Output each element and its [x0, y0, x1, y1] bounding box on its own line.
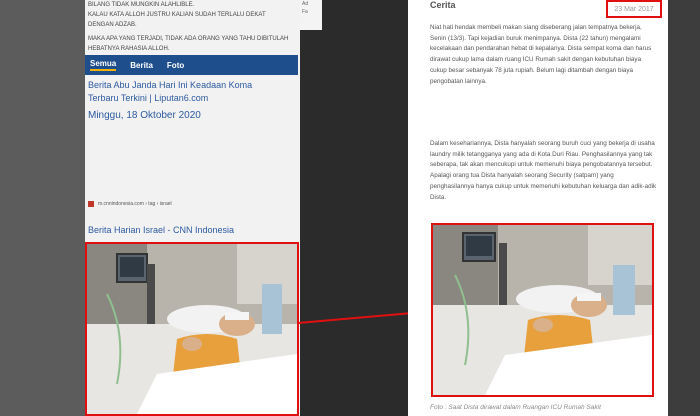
post-line: DENGAN ADZAB. — [88, 22, 137, 28]
result-title-link[interactable]: Berita Harian Israel - CNN Indonesia — [88, 225, 234, 235]
headline-line-2: Terbaru Terkini | Liputan6.com — [88, 93, 209, 103]
post-line: MAKA APA YANG TERJADI, TIDAK ADA ORANG Y… — [88, 36, 289, 42]
hospital-photo-right — [431, 223, 654, 397]
side-ad-strip: Ad Fa — [300, 0, 322, 30]
hospital-photo-left — [85, 242, 299, 416]
tab-semua[interactable]: Semua — [90, 59, 117, 71]
post-line: BILANG TIDAK MUNGKIN ALAHLIBLE. — [88, 2, 195, 8]
favicon-icon — [88, 201, 94, 207]
post-line: HEBATNYA RAHASIA ALLOH. — [88, 46, 170, 52]
result-date: Minggu, 18 Oktober 2020 — [88, 110, 201, 121]
result-headline-link[interactable]: Berita Abu Janda Hari Ini Keadaan Koma T… — [88, 79, 288, 105]
result-source: m.cnnindonesia.com › tag › israel — [88, 201, 172, 207]
tab-berita[interactable]: Berita — [130, 61, 153, 70]
strip-text: Ad — [302, 1, 309, 7]
post-text: BILANG TIDAK MUNGKIN ALAHLIBLE. KALAU KA… — [88, 0, 300, 54]
background-right — [668, 0, 700, 416]
hospital-bed-image — [87, 244, 297, 414]
post-line: KALAU KATA ALLOH JUSTRU KALIAN SUDAH TER… — [88, 12, 266, 18]
tab-foto[interactable]: Foto — [167, 61, 184, 70]
background-middle — [300, 0, 408, 416]
article-date: 23 Mar 2017 — [606, 0, 662, 18]
strip-text: Fa — [302, 9, 308, 15]
article-paragraph-1: Niat hati hendak membeli makan siang dis… — [430, 24, 652, 85]
article-category[interactable]: Cerita — [430, 0, 456, 10]
source-url: m.cnnindonesia.com › tag › israel — [98, 201, 172, 207]
right-article-panel: Cerita 23 Mar 2017 Niat hati hendak memb… — [408, 0, 668, 416]
photo-caption: Foto : Saat Dista dirawat dalam Ruangan … — [430, 404, 601, 411]
search-tab-bar: Semua Berita Foto — [85, 55, 298, 75]
background-left — [0, 0, 85, 416]
headline-line-1: Berita Abu Janda Hari Ini Keadaan Koma — [88, 80, 253, 90]
left-search-panel: BILANG TIDAK MUNGKIN ALAHLIBLE. KALAU KA… — [85, 0, 300, 416]
article-paragraph-2: Dalam kesehariannya, Dista hanyalah seor… — [430, 140, 657, 201]
hospital-bed-image — [433, 225, 652, 395]
